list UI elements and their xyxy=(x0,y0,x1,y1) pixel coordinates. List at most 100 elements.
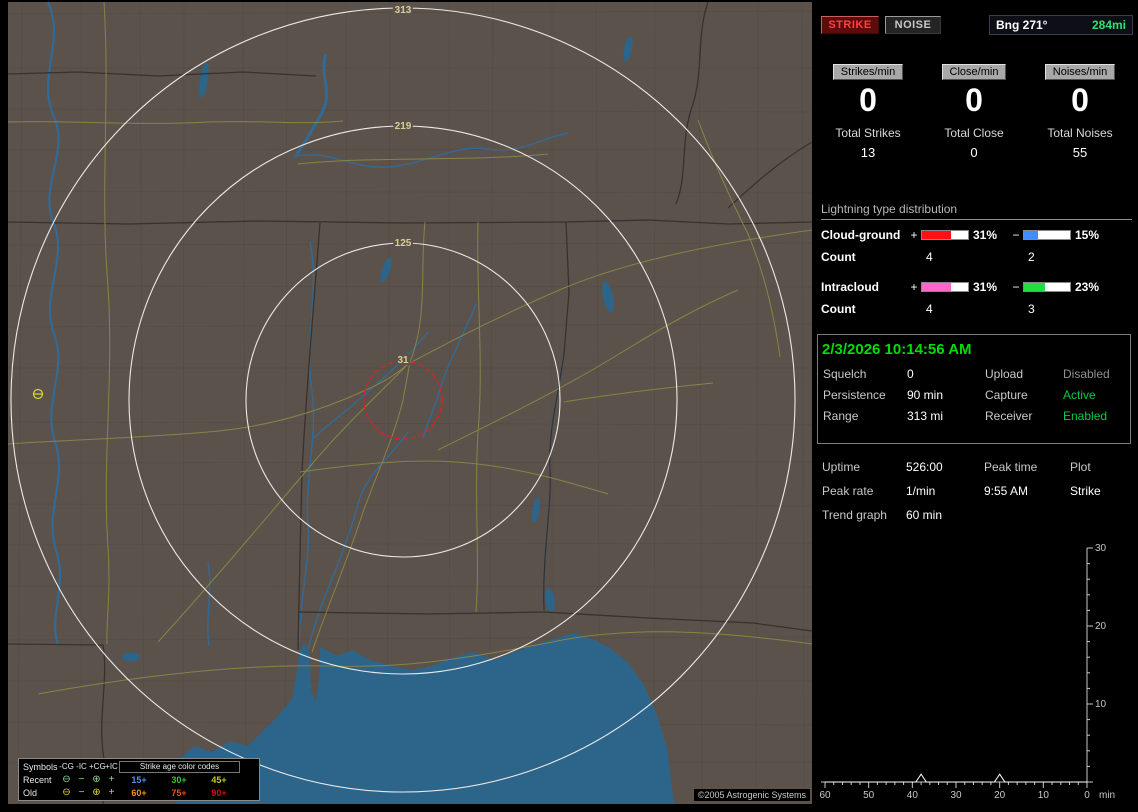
cg-negative-bar xyxy=(1023,230,1071,240)
upload-value: Disabled xyxy=(1063,367,1110,381)
range-value: 313 mi xyxy=(907,409,944,423)
minus-icon: − xyxy=(78,786,85,798)
current-datetime: 2/3/2026 10:14:56 AM xyxy=(822,341,972,358)
legend-symbols-header: Symbols xyxy=(23,761,58,772)
minus-sign: − xyxy=(1012,280,1020,294)
distribution-section: Cloud-ground + 31% − 15% Count 4 2 Intra… xyxy=(821,224,1133,320)
noise-mode-button[interactable]: NOISE xyxy=(885,16,941,34)
strike-mode-button[interactable]: STRIKE xyxy=(821,16,879,34)
noises-column: Noises/min 0 Total Noises 55 xyxy=(1044,62,1116,160)
legend-col-pos-ic: +IC xyxy=(105,761,118,771)
ring-label-219: 219 xyxy=(395,121,412,132)
cloud-ground-count-row: Count 4 2 xyxy=(821,246,1133,268)
intracloud-row: Intracloud + 31% − 23% xyxy=(821,276,1133,298)
svg-text:40: 40 xyxy=(907,790,919,801)
circle-minus-icon: ⊖ xyxy=(62,773,71,785)
copyright-text: ©2005 Astrogenic Systems xyxy=(693,789,810,801)
bearing-panel: Bng 271° 284mi xyxy=(989,15,1133,35)
close-column: Close/min 0 Total Close 0 xyxy=(941,62,1007,160)
ring-label-31: 31 xyxy=(397,355,409,366)
peak-rate-label: Peak rate xyxy=(822,484,874,498)
total-close-label: Total Close xyxy=(944,126,1004,140)
ring-label-313: 313 xyxy=(395,5,412,16)
peak-rate-value: 1/min xyxy=(906,484,936,498)
session-info-grid: Uptime 526:00 Peak time Plot Peak rate 1… xyxy=(817,460,1135,522)
uptime-value: 526:00 xyxy=(906,460,943,474)
map-canvas[interactable]: 313 219 125 31 Symbols -CG -IC +CG +IC S… xyxy=(8,2,812,804)
circle-minus-icon: ⊖ xyxy=(62,786,71,798)
persistence-label: Persistence xyxy=(823,388,886,402)
receiver-label: Receiver xyxy=(985,409,1033,423)
svg-text:0: 0 xyxy=(1084,790,1090,801)
total-strikes-value: 13 xyxy=(860,145,876,160)
legend-recent-row: Recent ⊖ − ⊕ + 15+ 30+ 45+ xyxy=(21,773,257,786)
age-90: 90+ xyxy=(211,787,227,798)
svg-text:30: 30 xyxy=(950,790,962,801)
svg-text:10: 10 xyxy=(1038,790,1050,801)
datetime-status-panel: 2/3/2026 10:14:56 AM Squelch 0 Upload Di… xyxy=(817,334,1131,444)
status-sidebar: STRIKE NOISE Bng 271° 284mi Strikes/min … xyxy=(815,0,1138,812)
legend-col-neg-cg: -CG xyxy=(59,761,74,771)
legend-old-label: Old xyxy=(23,787,38,798)
lightning-map: 313 219 125 31 xyxy=(8,2,812,804)
plot-value: Strike xyxy=(1070,484,1101,498)
circle-plus-icon: ⊕ xyxy=(92,773,101,785)
trend-graph-label: Trend graph xyxy=(822,508,887,522)
range-label: Range xyxy=(823,409,859,423)
ic-negative-pct: 23% xyxy=(1075,280,1100,294)
total-noises-value: 55 xyxy=(1072,145,1088,160)
trend-graph-value: 60 min xyxy=(906,508,943,522)
count-label: Count xyxy=(821,250,856,264)
map-legend: Symbols -CG -IC +CG +IC Strike age color… xyxy=(18,758,260,801)
circle-plus-icon: ⊕ xyxy=(92,786,101,798)
cg-positive-bar xyxy=(921,230,969,240)
intracloud-count-row: Count 4 3 xyxy=(821,298,1133,320)
upload-label: Upload xyxy=(985,367,1024,381)
legend-col-neg-ic: -IC xyxy=(76,761,87,771)
age-60: 60+ xyxy=(131,787,147,798)
age-45: 45+ xyxy=(211,774,227,785)
squelch-label: Squelch xyxy=(823,367,867,381)
legend-header-row: Symbols -CG -IC +CG +IC Strike age color… xyxy=(21,760,257,773)
minus-sign: − xyxy=(1012,228,1020,242)
trend-graph-chart: 10 20 30 60 50 40 30 20 10 0 min xyxy=(819,543,1115,801)
cg-negative-count: 2 xyxy=(1028,250,1035,264)
ic-positive-pct: 31% xyxy=(973,280,998,294)
age-75: 75+ xyxy=(171,787,187,798)
age-30: 30+ xyxy=(171,774,187,785)
receiver-status-grid: Squelch 0 Upload Disabled Persistence 90… xyxy=(818,367,1130,423)
total-close-value: 0 xyxy=(970,145,978,160)
squelch-value: 0 xyxy=(907,367,914,381)
legend-col-pos-cg: +CG xyxy=(89,761,106,771)
cg-positive-count: 4 xyxy=(926,250,933,264)
ic-negative-bar xyxy=(1023,282,1071,292)
ic-positive-bar xyxy=(921,282,969,292)
svg-text:30: 30 xyxy=(1095,543,1107,554)
close-per-min-value: 0 xyxy=(965,82,983,118)
ic-negative-count: 3 xyxy=(1028,302,1035,316)
cloud-ground-label: Cloud-ground xyxy=(821,228,901,242)
svg-text:50: 50 xyxy=(863,790,875,801)
cg-positive-pct: 31% xyxy=(973,228,998,242)
minus-icon: − xyxy=(78,773,85,785)
svg-text:10: 10 xyxy=(1095,699,1107,710)
total-noises-label: Total Noises xyxy=(1047,126,1113,140)
ring-label-125: 125 xyxy=(395,238,412,249)
svg-text:20: 20 xyxy=(1095,621,1107,632)
peak-time-label: Peak time xyxy=(984,460,1038,474)
plot-label: Plot xyxy=(1070,460,1091,474)
peak-time-value: 9:55 AM xyxy=(984,484,1029,498)
capture-value: Active xyxy=(1063,388,1096,402)
plus-icon: + xyxy=(108,773,115,785)
legend-old-row: Old ⊖ − ⊕ + 60+ 75+ 90+ xyxy=(21,786,257,799)
svg-text:60: 60 xyxy=(819,790,831,801)
plus-icon: + xyxy=(108,786,115,798)
age-15: 15+ xyxy=(131,774,147,785)
uptime-label: Uptime xyxy=(822,460,861,474)
lake xyxy=(122,652,140,662)
bearing-distance: 284mi xyxy=(1091,18,1126,32)
distribution-title: Lightning type distribution xyxy=(821,202,1132,220)
plus-sign: + xyxy=(910,228,918,242)
bearing-value: Bng 271° xyxy=(996,18,1048,32)
receiver-value: Enabled xyxy=(1063,409,1108,423)
